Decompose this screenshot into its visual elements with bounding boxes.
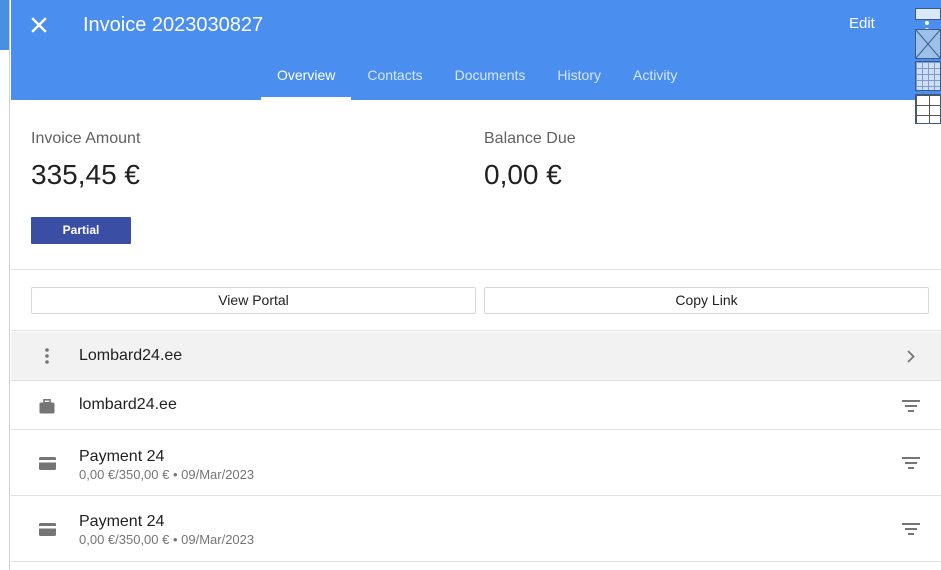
- list-item-subtitle: 0,00 €/350,00 € • 09/Mar/2023: [79, 467, 255, 482]
- list-item-payment[interactable]: Payment 24 0,00 €/350,00 € • 09/Mar/2023: [11, 496, 941, 562]
- list-item-title: lombard24.ee: [79, 396, 177, 413]
- amount-summary: Invoice Amount 335,45 € Balance Due 0,00…: [11, 100, 941, 270]
- briefcase-icon: [38, 397, 56, 415]
- thumbnail-3: [915, 61, 941, 91]
- credit-card-icon: [38, 454, 56, 472]
- image-placeholder-icon: [915, 29, 941, 59]
- list-item-company[interactable]: lombard24.ee: [11, 381, 941, 430]
- page-title: Invoice 2023030827: [83, 14, 264, 36]
- view-portal-button[interactable]: View Portal: [31, 287, 476, 314]
- balance-due-value: 0,00 €: [484, 159, 562, 190]
- action-buttons: View Portal Copy Link: [11, 271, 941, 331]
- copy-link-button[interactable]: Copy Link: [484, 287, 929, 314]
- invoice-amount-label: Invoice Amount: [31, 130, 141, 147]
- tab-documents[interactable]: Documents: [439, 55, 542, 100]
- close-icon: [31, 17, 47, 33]
- tab-overview[interactable]: Overview: [261, 55, 352, 100]
- background-window-header: [0, 0, 9, 50]
- more-vert-icon[interactable]: [38, 347, 56, 365]
- list-item-title: Payment 24: [79, 513, 165, 530]
- list-item-client[interactable]: Lombard24.ee: [11, 332, 941, 381]
- tab-contacts[interactable]: Contacts: [351, 55, 438, 100]
- filter-icon[interactable]: [901, 519, 921, 539]
- edit-button[interactable]: Edit: [849, 14, 875, 34]
- list-item-subtitle: 0,00 €/350,00 € • 09/Mar/2023: [79, 532, 255, 547]
- background-window-strip: [0, 0, 10, 570]
- close-button[interactable]: [25, 11, 53, 39]
- filter-icon[interactable]: [901, 453, 921, 473]
- app-bar: Invoice 2023030827 Edit Overview Contact…: [11, 0, 941, 100]
- balance-due-label: Balance Due: [484, 130, 576, 147]
- filter-icon[interactable]: [901, 396, 921, 416]
- chevron-right-icon: [901, 346, 921, 366]
- list-item-payment[interactable]: Payment 24 0,00 €/350,00 € • 09/Mar/2023: [11, 430, 941, 496]
- invoice-amount-value: 335,45 €: [31, 159, 140, 190]
- thumbnail-2: [915, 29, 941, 59]
- status-badge: Partial: [31, 217, 131, 244]
- tab-history[interactable]: History: [541, 55, 617, 100]
- list-item-title: Lombard24.ee: [79, 347, 183, 364]
- tab-activity[interactable]: Activity: [617, 55, 693, 100]
- thumbnail-1: [915, 8, 941, 20]
- credit-card-icon: [38, 520, 56, 538]
- tab-bar: Overview Contacts Documents History Acti…: [261, 55, 693, 100]
- list-item-title: Payment 24: [79, 448, 165, 465]
- invoice-panel: Invoice 2023030827 Edit Overview Contact…: [11, 0, 941, 570]
